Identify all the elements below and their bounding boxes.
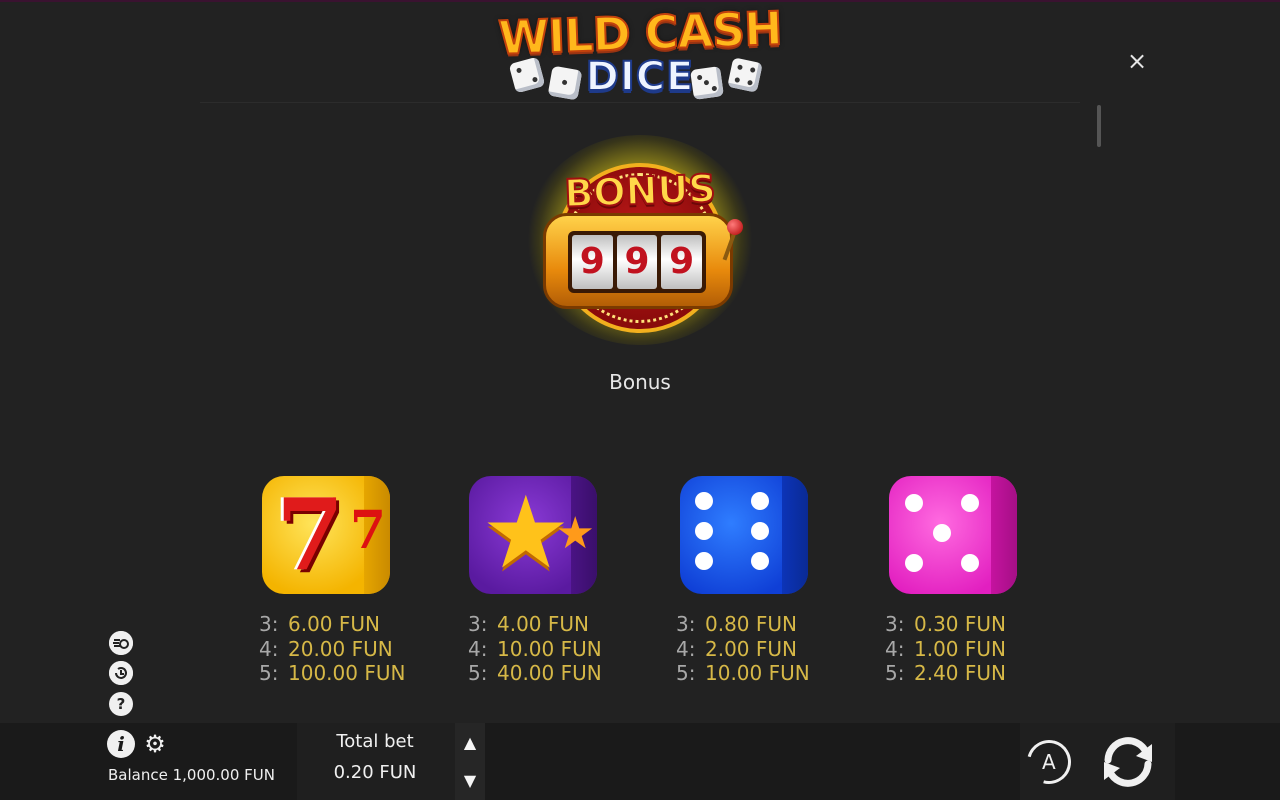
payout-row: 5: 100.00 FUN	[259, 661, 406, 685]
star-die-icon: ★ ★	[469, 476, 597, 594]
payout-row: 4: 10.00 FUN	[468, 636, 602, 661]
seven-glyph: 7	[276, 478, 345, 593]
payout-row: 4: 20.00 FUN	[259, 636, 393, 661]
bonus-reel: 9	[661, 235, 703, 289]
payout-row: 5: 40.00 FUN	[468, 661, 602, 685]
payout-row: 4: 2.00 FUN	[676, 636, 797, 661]
gear-icon[interactable]: ⚙	[143, 731, 167, 757]
logo-die-icon	[547, 65, 583, 101]
bet-increase-button[interactable]: ▲	[458, 733, 482, 753]
close-icon[interactable]: ×	[1124, 48, 1150, 74]
autoplay-label: A	[1042, 750, 1056, 774]
payout-list: 3: 0.80 FUN 4: 2.00 FUN 5: 10.00 FUN	[676, 612, 810, 686]
bonus-reel: 9	[616, 235, 658, 289]
seven-die-icon: 7 7	[262, 476, 390, 594]
bonus-symbol-icon: 9 9 9 BONUS	[515, 125, 765, 355]
seven-side-glyph: 7	[349, 500, 386, 561]
header-divider	[200, 102, 1080, 103]
logo-die-icon	[690, 66, 724, 100]
balance-display: Balance 1,000.00 FUN	[108, 766, 275, 784]
payout-list: 3: 4.00 FUN 4: 10.00 FUN 5: 40.00 FUN	[468, 612, 602, 686]
scrollbar-thumb[interactable]	[1097, 105, 1101, 147]
slot-machine-icon: 9 9 9	[543, 213, 733, 309]
help-icon[interactable]: ?	[109, 692, 133, 716]
bonus-badge-text: BONUS	[563, 165, 718, 216]
history-icon[interactable]	[109, 661, 133, 685]
payout-row: 3: 0.30 FUN	[885, 612, 1006, 636]
bonus-label: Bonus	[609, 370, 671, 394]
turbo-icon[interactable]	[109, 631, 133, 655]
payout-row: 5: 10.00 FUN	[676, 661, 810, 685]
game-logo: WILD CASH DICE	[470, 0, 810, 104]
payout-row: 3: 6.00 FUN	[259, 612, 380, 636]
lever-knob-icon	[727, 219, 743, 235]
bonus-reels: 9 9 9	[568, 231, 706, 293]
blue-die-six-icon	[680, 476, 808, 594]
total-bet-label: Total bet	[336, 731, 414, 752]
payout-list: 3: 0.30 FUN 4: 1.00 FUN 5: 2.40 FUN	[885, 612, 1006, 686]
payout-row: 4: 1.00 FUN	[885, 636, 1006, 661]
payout-row: 3: 0.80 FUN	[676, 612, 797, 636]
payout-row: 5: 2.40 FUN	[885, 661, 1006, 685]
spin-button[interactable]	[1096, 730, 1160, 794]
paytable-item-pink-die: 3: 0.30 FUN 4: 1.00 FUN 5: 2.40 FUN	[885, 476, 1135, 696]
spin-icon	[1104, 737, 1152, 787]
payout-row: 3: 4.00 FUN	[468, 612, 589, 636]
info-icon[interactable]: i	[107, 730, 135, 758]
total-bet-value: 0.20 FUN	[333, 762, 417, 783]
top-accent-line	[0, 0, 1280, 2]
bonus-reel: 9	[572, 235, 613, 289]
logo-die-icon	[727, 57, 763, 93]
pink-die-five-icon	[889, 476, 1017, 594]
bet-decrease-button[interactable]: ▼	[458, 771, 482, 791]
star-side-glyph: ★	[555, 508, 595, 559]
payout-list: 3: 6.00 FUN 4: 20.00 FUN 5: 100.00 FUN	[259, 612, 405, 686]
